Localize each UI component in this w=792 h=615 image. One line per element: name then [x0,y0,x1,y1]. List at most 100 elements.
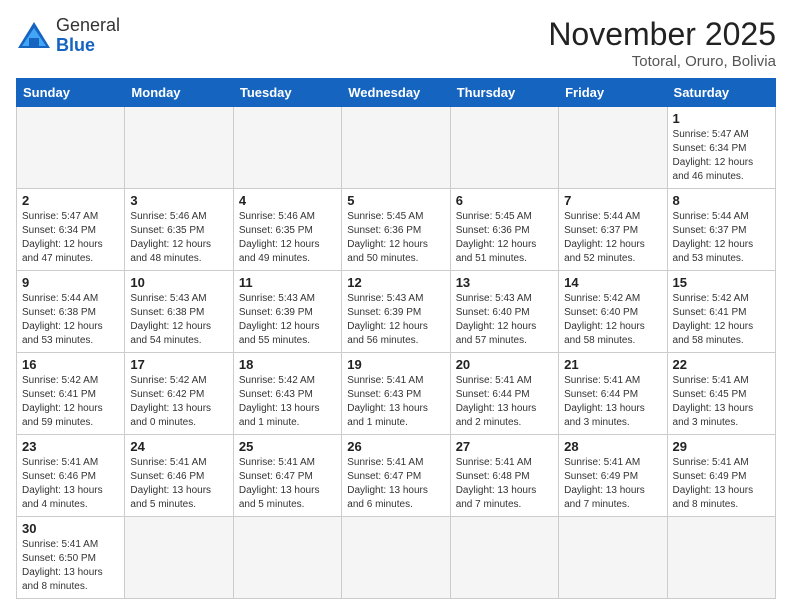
day-number: 3 [130,193,227,208]
calendar-day-cell [342,107,450,189]
day-number: 25 [239,439,336,454]
calendar-day-cell: 12Sunrise: 5:43 AM Sunset: 6:39 PM Dayli… [342,271,450,353]
calendar-day-cell: 16Sunrise: 5:42 AM Sunset: 6:41 PM Dayli… [17,353,125,435]
day-number: 11 [239,275,336,290]
calendar-day-cell: 22Sunrise: 5:41 AM Sunset: 6:45 PM Dayli… [667,353,775,435]
day-info: Sunrise: 5:41 AM Sunset: 6:44 PM Dayligh… [456,374,553,430]
page-subtitle: Totoral, Oruro, Bolivia [548,53,776,70]
calendar-day-cell [667,517,775,599]
day-info: Sunrise: 5:44 AM Sunset: 6:37 PM Dayligh… [564,210,661,266]
calendar-day-cell: 5 Sunrise: 5:45 AM Sunset: 6:36 PM Daylig… [342,189,450,271]
weekday-header: Sunday [17,79,125,107]
day-info: Sunrise: 5:45 AM Sunset: 6:36 PM Dayligh… [347,210,444,266]
calendar-day-cell: 3 Sunrise: 5:46 AM Sunset: 6:35 PM Daylig… [125,189,233,271]
calendar-day-cell: 25 Sunrise: 5:41 AM Sunset: 6:47 PM Dayli… [233,435,341,517]
day-number: 20 [456,357,553,372]
calendar-day-cell: 21 Sunrise: 5:41 AM Sunset: 6:44 PM Dayli… [559,353,667,435]
day-number: 2 [22,193,119,208]
calendar-day-cell: 6 Sunrise: 5:45 AM Sunset: 6:36 PM Daylig… [450,189,558,271]
day-info: Sunrise: 5:44 AM Sunset: 6:38 PM Dayligh… [22,292,119,348]
calendar-week-row: 9 Sunrise: 5:44 AM Sunset: 6:38 PM Daylig… [17,271,776,353]
day-number: 7 [564,193,661,208]
day-number: 4 [239,193,336,208]
day-info: Sunrise: 5:46 AM Sunset: 6:35 PM Dayligh… [130,210,227,266]
calendar-day-cell [450,107,558,189]
day-info: Sunrise: 5:42 AM Sunset: 6:43 PM Dayligh… [239,374,336,430]
weekday-header: Saturday [667,79,775,107]
calendar-day-cell: 30Sunrise: 5:41 AM Sunset: 6:50 PM Dayli… [17,517,125,599]
calendar-day-cell: 23Sunrise: 5:41 AM Sunset: 6:46 PM Dayli… [17,435,125,517]
day-number: 24 [130,439,227,454]
calendar-day-cell: 20 Sunrise: 5:41 AM Sunset: 6:44 PM Dayli… [450,353,558,435]
day-number: 26 [347,439,444,454]
calendar-week-row: 30Sunrise: 5:41 AM Sunset: 6:50 PM Dayli… [17,517,776,599]
day-info: Sunrise: 5:47 AM Sunset: 6:34 PM Dayligh… [673,128,770,184]
day-info: Sunrise: 5:46 AM Sunset: 6:35 PM Dayligh… [239,210,336,266]
calendar-day-cell [233,107,341,189]
calendar-day-cell: 2 Sunrise: 5:47 AM Sunset: 6:34 PM Daylig… [17,189,125,271]
calendar-day-cell [125,107,233,189]
day-number: 13 [456,275,553,290]
day-number: 29 [673,439,770,454]
day-info: Sunrise: 5:41 AM Sunset: 6:44 PM Dayligh… [564,374,661,430]
calendar-week-row: 23Sunrise: 5:41 AM Sunset: 6:46 PM Dayli… [17,435,776,517]
calendar-day-cell: 4 Sunrise: 5:46 AM Sunset: 6:35 PM Daylig… [233,189,341,271]
day-info: Sunrise: 5:43 AM Sunset: 6:40 PM Dayligh… [456,292,553,348]
calendar-day-cell: 13 Sunrise: 5:43 AM Sunset: 6:40 PM Dayli… [450,271,558,353]
calendar-day-cell: 18 Sunrise: 5:42 AM Sunset: 6:43 PM Dayli… [233,353,341,435]
day-number: 12 [347,275,444,290]
calendar-day-cell: 10Sunrise: 5:43 AM Sunset: 6:38 PM Dayli… [125,271,233,353]
calendar-day-cell: 19Sunrise: 5:41 AM Sunset: 6:43 PM Dayli… [342,353,450,435]
weekday-header: Thursday [450,79,558,107]
calendar-day-cell [342,517,450,599]
day-info: Sunrise: 5:41 AM Sunset: 6:46 PM Dayligh… [130,456,227,512]
weekday-header: Tuesday [233,79,341,107]
logo: General Blue [16,16,120,56]
day-info: Sunrise: 5:43 AM Sunset: 6:39 PM Dayligh… [239,292,336,348]
logo-icon [16,20,52,52]
day-info: Sunrise: 5:41 AM Sunset: 6:49 PM Dayligh… [564,456,661,512]
day-info: Sunrise: 5:41 AM Sunset: 6:49 PM Dayligh… [673,456,770,512]
calendar-day-cell: 28 Sunrise: 5:41 AM Sunset: 6:49 PM Dayli… [559,435,667,517]
calendar-day-cell: 7 Sunrise: 5:44 AM Sunset: 6:37 PM Daylig… [559,189,667,271]
day-number: 15 [673,275,770,290]
calendar-day-cell: 1 Sunrise: 5:47 AM Sunset: 6:34 PM Daylig… [667,107,775,189]
title-block: November 2025 Totoral, Oruro, Bolivia [548,16,776,70]
calendar-day-cell: 24 Sunrise: 5:41 AM Sunset: 6:46 PM Dayli… [125,435,233,517]
day-number: 28 [564,439,661,454]
calendar-day-cell: 11 Sunrise: 5:43 AM Sunset: 6:39 PM Dayli… [233,271,341,353]
calendar-day-cell [559,107,667,189]
day-info: Sunrise: 5:44 AM Sunset: 6:37 PM Dayligh… [673,210,770,266]
calendar-day-cell [450,517,558,599]
day-number: 21 [564,357,661,372]
day-info: Sunrise: 5:42 AM Sunset: 6:40 PM Dayligh… [564,292,661,348]
day-number: 5 [347,193,444,208]
calendar-day-cell: 8 Sunrise: 5:44 AM Sunset: 6:37 PM Daylig… [667,189,775,271]
calendar-day-cell [125,517,233,599]
calendar-table: SundayMondayTuesdayWednesdayThursdayFrid… [16,78,776,599]
day-info: Sunrise: 5:47 AM Sunset: 6:34 PM Dayligh… [22,210,119,266]
weekday-header: Friday [559,79,667,107]
day-number: 17 [130,357,227,372]
day-info: Sunrise: 5:45 AM Sunset: 6:36 PM Dayligh… [456,210,553,266]
day-number: 8 [673,193,770,208]
calendar-day-cell: 27Sunrise: 5:41 AM Sunset: 6:48 PM Dayli… [450,435,558,517]
page-header: General Blue November 2025 Totoral, Orur… [16,16,776,70]
day-number: 9 [22,275,119,290]
calendar-day-cell: 29 Sunrise: 5:41 AM Sunset: 6:49 PM Dayli… [667,435,775,517]
weekday-header: Wednesday [342,79,450,107]
day-info: Sunrise: 5:41 AM Sunset: 6:47 PM Dayligh… [239,456,336,512]
day-number: 6 [456,193,553,208]
day-info: Sunrise: 5:42 AM Sunset: 6:41 PM Dayligh… [673,292,770,348]
logo-text: General Blue [56,16,120,56]
calendar-header-row: SundayMondayTuesdayWednesdayThursdayFrid… [17,79,776,107]
day-number: 22 [673,357,770,372]
calendar-day-cell: 26Sunrise: 5:41 AM Sunset: 6:47 PM Dayli… [342,435,450,517]
day-info: Sunrise: 5:41 AM Sunset: 6:46 PM Dayligh… [22,456,119,512]
calendar-day-cell: 14Sunrise: 5:42 AM Sunset: 6:40 PM Dayli… [559,271,667,353]
day-number: 1 [673,111,770,126]
day-number: 19 [347,357,444,372]
day-number: 18 [239,357,336,372]
weekday-header: Monday [125,79,233,107]
day-info: Sunrise: 5:41 AM Sunset: 6:48 PM Dayligh… [456,456,553,512]
